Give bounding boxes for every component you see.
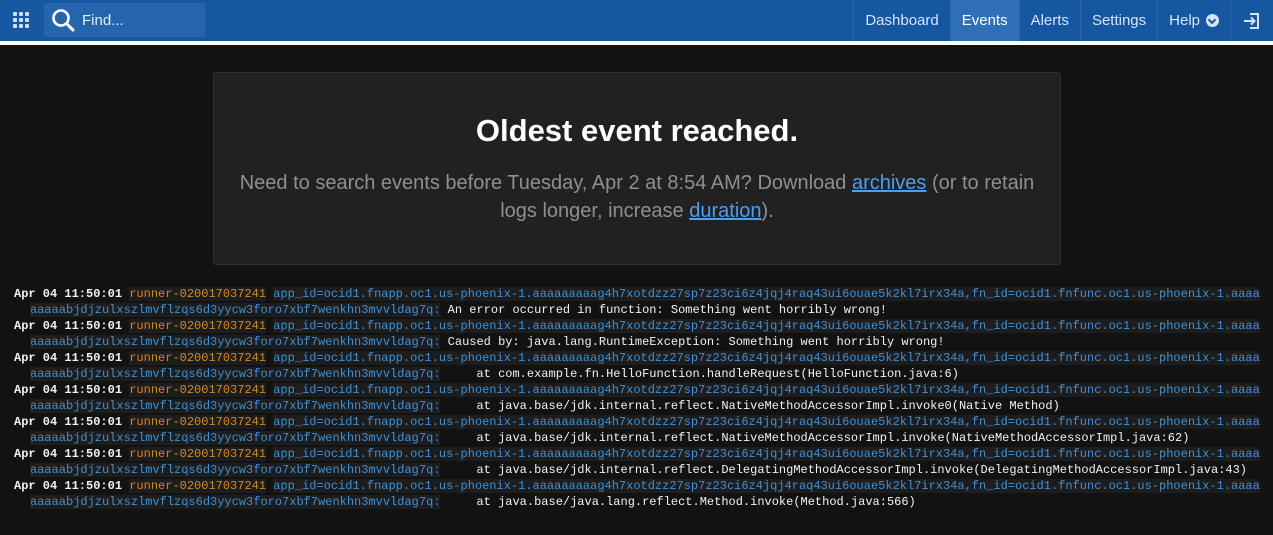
log-time: Apr 04 11:50:01 [14, 447, 123, 461]
log-message: at java.base/jdk.internal.reflect.Native… [440, 399, 1060, 413]
log-message: at java.base/jdk.internal.reflect.Native… [440, 431, 1190, 445]
logout-icon [1244, 12, 1259, 29]
top-navbar: Dashboard Events Alerts Settings Help [0, 0, 1273, 45]
log-message: Caused by: java.lang.RuntimeException: S… [440, 335, 945, 349]
search-icon [52, 9, 75, 32]
log-source[interactable]: runner-020017037241 [129, 447, 267, 461]
nav-events-label: Events [961, 12, 1008, 29]
notice-title: Oldest event reached. [475, 113, 799, 148]
log-time: Apr 04 11:50:01 [14, 479, 123, 493]
notice-text-after: ). [761, 200, 774, 222]
log-entry: Apr 04 11:50:01 runner-020017037241 app_… [14, 286, 1264, 318]
log-message: at java.base/jdk.internal.reflect.Delega… [440, 463, 1247, 477]
log-time: Apr 04 11:50:01 [14, 319, 123, 333]
log-source[interactable]: runner-020017037241 [129, 479, 267, 493]
nav-settings[interactable]: Settings [1079, 0, 1157, 41]
chevron-down-icon [1206, 14, 1219, 27]
event-log: Apr 04 11:50:01 runner-020017037241 app_… [14, 286, 1264, 510]
nav-alerts-label: Alerts [1030, 12, 1069, 29]
duration-link[interactable]: duration [689, 200, 761, 222]
log-entry: Apr 04 11:50:01 runner-020017037241 app_… [14, 478, 1264, 510]
nav-alerts[interactable]: Alerts [1018, 0, 1080, 41]
notice-text-before: Need to search events before Tuesday, Ap… [239, 172, 852, 194]
log-time: Apr 04 11:50:01 [14, 287, 123, 301]
log-source[interactable]: runner-020017037241 [129, 383, 267, 397]
log-message: An error occurred in function: Something… [440, 303, 887, 317]
oldest-event-notice: Oldest event reached. Need to search eve… [213, 72, 1061, 265]
nav-help[interactable]: Help [1157, 0, 1230, 41]
log-source[interactable]: runner-020017037241 [129, 287, 267, 301]
log-entry: Apr 04 11:50:01 runner-020017037241 app_… [14, 350, 1264, 382]
log-source[interactable]: runner-020017037241 [129, 415, 267, 429]
nav-settings-label: Settings [1091, 12, 1147, 29]
nav-dashboard[interactable]: Dashboard [853, 0, 949, 41]
log-time: Apr 04 11:50:01 [14, 383, 123, 397]
logout-button[interactable] [1230, 0, 1273, 41]
log-time: Apr 04 11:50:01 [14, 415, 123, 429]
log-time: Apr 04 11:50:01 [14, 351, 123, 365]
nav-dashboard-label: Dashboard [865, 12, 939, 29]
search-input[interactable] [80, 10, 194, 30]
apps-grid-icon[interactable] [13, 12, 29, 28]
log-source[interactable]: runner-020017037241 [129, 319, 267, 333]
log-entry: Apr 04 11:50:01 runner-020017037241 app_… [14, 446, 1264, 478]
log-source[interactable]: runner-020017037241 [129, 351, 267, 365]
log-message: at java.base/java.lang.reflect.Method.in… [440, 495, 916, 509]
nav-events[interactable]: Events [949, 0, 1019, 41]
nav-help-label: Help [1169, 12, 1200, 29]
log-message: at com.example.fn.HelloFunction.handleRe… [440, 367, 959, 381]
log-entry: Apr 04 11:50:01 runner-020017037241 app_… [14, 414, 1264, 446]
main-nav: Dashboard Events Alerts Settings Help [853, 0, 1273, 41]
search-box[interactable] [44, 3, 205, 37]
archives-link[interactable]: archives [852, 172, 926, 194]
notice-message: Need to search events before Tuesday, Ap… [237, 169, 1037, 225]
log-entry: Apr 04 11:50:01 runner-020017037241 app_… [14, 318, 1264, 350]
log-entry: Apr 04 11:50:01 runner-020017037241 app_… [14, 382, 1264, 414]
